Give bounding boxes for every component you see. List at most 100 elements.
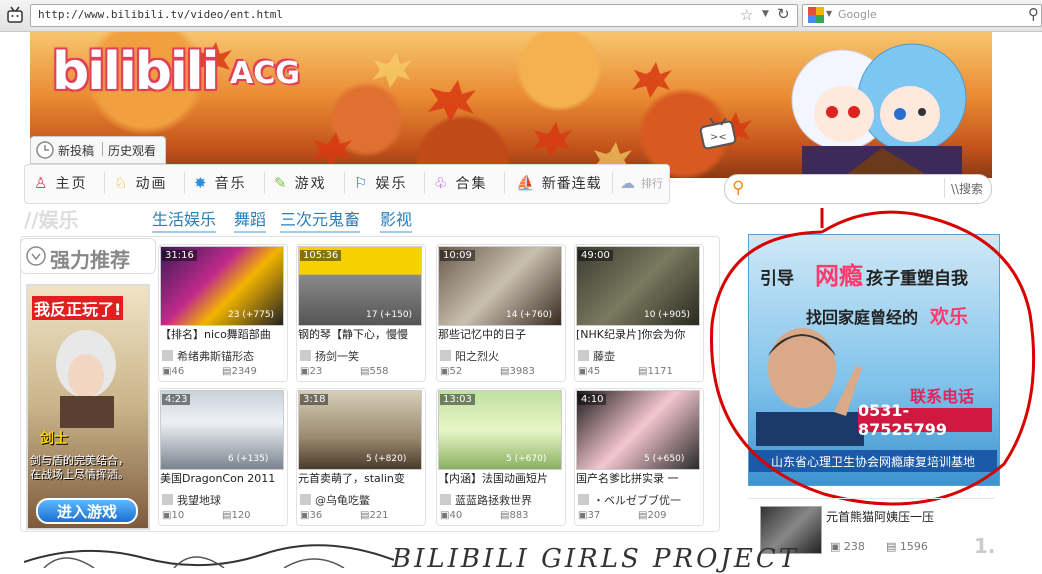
ghost-icon: ♧ xyxy=(434,174,450,192)
video-play-count: ▣37 xyxy=(578,510,601,521)
video-title[interactable]: 【内涵】法国动画短片 xyxy=(438,470,562,486)
avatar-icon xyxy=(162,494,173,505)
bookmark-star-icon[interactable]: ☆ xyxy=(740,6,753,24)
divider xyxy=(748,498,994,499)
video-play-count: ▣45 xyxy=(578,366,601,377)
video-comment-count: ▤2349 xyxy=(222,366,257,377)
nav-item-game[interactable]: ✎ 游戏 xyxy=(274,172,327,194)
avatar-icon xyxy=(578,494,589,505)
section-title: //娱乐 xyxy=(24,208,79,232)
nav-item-new-anime[interactable]: ⛵ 新番连载 xyxy=(516,172,602,194)
video-uploader[interactable]: 希绪弗斯锚形态 xyxy=(162,348,286,364)
nav-item-home[interactable]: ♙ 主页 xyxy=(34,172,87,194)
tab-dance[interactable]: 舞蹈 xyxy=(234,206,267,233)
video-uploader[interactable]: 我望地球 xyxy=(162,492,286,508)
video-danmaku-count: 17 (+150) xyxy=(366,310,413,320)
game-ad-slogan: 我反正玩了! xyxy=(32,296,124,320)
logo-suffix: ACG xyxy=(230,56,300,91)
video-uploader[interactable]: 藤壶 xyxy=(578,348,702,364)
video-uploader[interactable]: 蓝蓝路拯救世界 xyxy=(440,492,564,508)
video-comment-count: ▤209 xyxy=(638,510,667,521)
history-link[interactable]: 历史观看 xyxy=(108,142,156,159)
video-play-count: ▣36 xyxy=(300,510,323,521)
svg-text:><: >< xyxy=(710,132,727,143)
chevron-down-icon xyxy=(26,246,46,266)
swordsman-image xyxy=(56,330,116,428)
video-duration: 13:03 xyxy=(440,394,475,405)
video-duration: 3:18 xyxy=(300,394,329,405)
video-comment-count: ▤221 xyxy=(360,510,389,521)
search-engine-dropdown-icon[interactable]: ▼ xyxy=(826,9,832,18)
new-post-link[interactable]: 新投稿 xyxy=(58,142,94,159)
video-danmaku-count: 5 (+820) xyxy=(366,454,407,464)
site-favicon-icon xyxy=(6,6,24,24)
tab-movies[interactable]: 影视 xyxy=(380,206,413,233)
video-title[interactable]: 元首卖萌了，stalin变 xyxy=(298,470,422,486)
nav-item-collection[interactable]: ♧ 合集 xyxy=(434,172,487,194)
video-danmaku-count: 6 (+135) xyxy=(228,454,269,464)
video-duration: 4:10 xyxy=(578,394,607,405)
video-comment-count: ▤1171 xyxy=(638,366,673,377)
video-duration: 49:00 xyxy=(578,250,613,261)
browser-search-placeholder: Google xyxy=(838,8,877,21)
nav-item-anime[interactable]: ♘ 动画 xyxy=(114,172,167,194)
tab-3d-kichiku[interactable]: 三次元鬼畜 xyxy=(280,206,361,233)
bilibili-logo[interactable]: bilibili xyxy=(52,42,219,102)
video-danmaku-count: 5 (+670) xyxy=(506,454,547,464)
video-uploader[interactable]: 阳之烈火 xyxy=(440,348,564,364)
nav-divider xyxy=(504,172,505,194)
divider xyxy=(102,142,103,156)
side-video-rank: 1. xyxy=(974,534,996,558)
video-comment-count: ▤558 xyxy=(360,366,389,377)
star-icon: ✸ xyxy=(194,174,209,192)
nav-item-ranking[interactable]: ☁ 排行 xyxy=(620,172,663,194)
comment-icon: ▤ xyxy=(886,540,897,553)
video-title[interactable]: 那些记忆中的日子 xyxy=(438,326,562,342)
chevron-down-icon[interactable]: ▼ xyxy=(762,9,769,19)
side-comment-count: ▤ 1596 xyxy=(886,540,928,553)
ad-person-image xyxy=(756,328,864,446)
nav-item-music[interactable]: ✸ 音乐 xyxy=(194,172,247,194)
video-comment-count: ▤3983 xyxy=(500,366,535,377)
side-video-title[interactable]: 元首熊猫阿姨压一压 xyxy=(826,508,934,525)
video-duration: 105:36 xyxy=(300,250,342,261)
reload-icon[interactable]: ↻ xyxy=(777,5,790,23)
mascot-characters-image xyxy=(791,43,967,178)
search-icon[interactable]: ⚲ xyxy=(1028,5,1039,23)
gamepad-icon: ✎ xyxy=(274,174,289,192)
video-play-count: ▣23 xyxy=(300,366,323,377)
video-uploader[interactable]: 扬剑一笑 xyxy=(300,348,424,364)
ad-line1-highlight: 网瘾 xyxy=(815,262,863,290)
nav-divider xyxy=(344,172,345,194)
video-danmaku-count: 10 (+905) xyxy=(644,310,691,320)
video-title[interactable]: [NHK纪录片]你会为你 xyxy=(576,326,700,342)
video-duration: 10:09 xyxy=(440,250,475,261)
game-ad-role: 剑士 xyxy=(40,431,68,447)
clock-icon xyxy=(36,141,54,159)
nav-divider xyxy=(104,172,105,194)
video-uploader[interactable]: @乌龟吃鳖 xyxy=(300,492,424,508)
video-title[interactable]: 美国DragonCon 2011 xyxy=(160,470,284,486)
avatar-icon xyxy=(578,350,589,361)
dress-icon: ♙ xyxy=(34,174,50,192)
address-text: http://www.bilibili.tv/video/ent.html xyxy=(38,8,284,21)
avatar-icon xyxy=(440,494,451,505)
game-ad-line2: 在战场上尽情挥洒。 xyxy=(30,468,129,481)
video-play-count: ▣10 xyxy=(162,510,185,521)
video-duration: 4:23 xyxy=(162,394,191,405)
enter-game-button[interactable]: 进入游戏 xyxy=(36,498,138,524)
video-title[interactable]: 【排名】nico舞蹈部曲 xyxy=(160,326,284,342)
nav-item-entertainment[interactable]: ⚐ 娱乐 xyxy=(354,172,407,194)
tv-mascot-icon: >< xyxy=(700,118,737,150)
video-title[interactable]: 钢的琴【静下心，慢慢 xyxy=(298,326,422,342)
ad-phone-number: 0531-87525799 xyxy=(858,401,992,439)
girls-project-title: BILIBILI GIRLS PROJECT xyxy=(392,544,800,574)
video-title[interactable]: 国产名爹比拼实录 一 xyxy=(576,470,700,486)
google-icon[interactable] xyxy=(808,7,824,23)
video-comment-count: ▤883 xyxy=(500,510,529,521)
video-uploader[interactable]: ・ベルゼブブ优一 xyxy=(578,492,702,508)
flag-icon: ⚐ xyxy=(354,174,370,192)
ad-line1-end: 孩子重塑自我 xyxy=(866,269,968,289)
site-search-button[interactable]: \\搜索 xyxy=(944,178,989,198)
tab-life-entertainment[interactable]: 生活娱乐 xyxy=(152,206,217,233)
